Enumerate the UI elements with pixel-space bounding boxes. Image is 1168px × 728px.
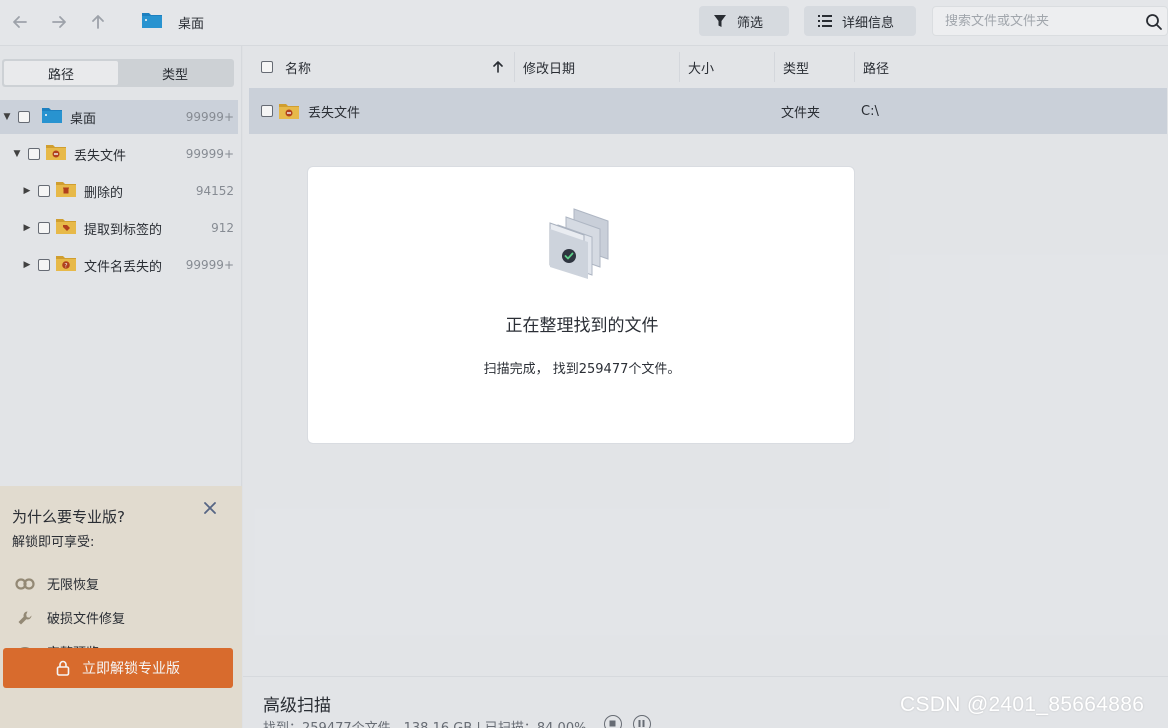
- watermark: CSDN @2401_85664886: [900, 693, 1145, 716]
- dialog-title: 正在整理找到的文件: [505, 316, 659, 336]
- app-window: 桌面 筛选 详细信息 路径 类型 ▼: [0, 0, 1168, 728]
- organizing-dialog: 正在整理找到的文件 扫描完成， 找到259477个文件。: [307, 166, 855, 444]
- dialog-message: 扫描完成， 找到259477个文件。: [483, 362, 681, 377]
- stacked-folders-check-icon: [548, 203, 618, 285]
